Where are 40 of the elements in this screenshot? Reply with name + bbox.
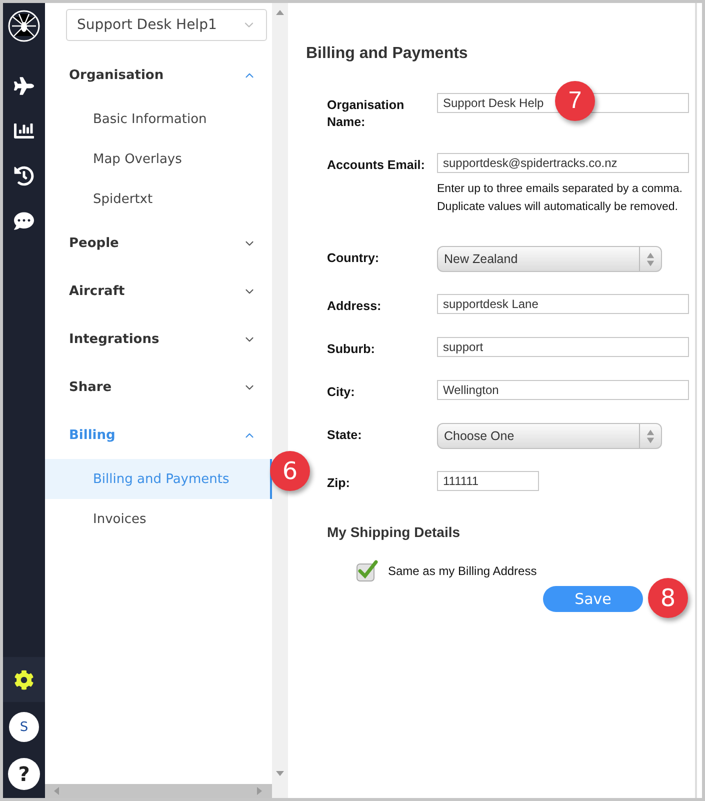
spider-logo-icon[interactable] <box>7 9 41 43</box>
help-text: Enter up to three emails separated by a comma. <box>437 182 684 197</box>
settings-icon[interactable] <box>3 657 45 702</box>
checkbox-label: Same as my Billing Address <box>388 564 537 578</box>
field-label: Address: <box>327 298 382 315</box>
nav-item[interactable]: Spidertxt <box>45 179 272 219</box>
input-field[interactable]: supportdesk Lane <box>437 294 689 314</box>
help-text: Duplicate values will automatically be removed. <box>437 200 679 215</box>
section-title: My Shipping Details <box>327 524 462 540</box>
input-field[interactable]: support <box>437 337 689 357</box>
select-field[interactable]: Choose One <box>437 423 662 449</box>
field-label: City: <box>327 384 356 401</box>
nav-section[interactable]: Share <box>45 363 272 411</box>
help-button[interactable]: ? <box>8 758 40 790</box>
step-badge: 6 <box>270 451 310 491</box>
checkbox[interactable] <box>356 560 378 582</box>
nav-item[interactable]: Basic Information <box>45 99 272 139</box>
select-field[interactable]: New Zealand <box>437 246 662 272</box>
account-select[interactable]: Support Desk Help1 <box>66 9 267 41</box>
field-label: State: <box>327 427 363 444</box>
nav-section[interactable]: People <box>45 219 272 267</box>
user-avatar[interactable]: S <box>9 712 39 742</box>
input-field[interactable]: supportdesk@spidertracks.co.nz <box>437 153 689 173</box>
nav-section[interactable]: Integrations <box>45 315 272 363</box>
input-field[interactable]: 111111 <box>437 471 539 491</box>
scroll-down-icon[interactable] <box>276 770 284 778</box>
field-label: Suburb: <box>327 341 376 358</box>
nav-item[interactable]: Map Overlays <box>45 139 272 179</box>
field-label: Accounts Email: <box>327 157 426 174</box>
nav-section[interactable]: Aircraft <box>45 267 272 315</box>
nav-section[interactable]: Organisation <box>45 51 272 99</box>
field-label: Country: <box>327 250 380 267</box>
input-field[interactable]: Wellington <box>437 380 689 400</box>
page-title: Billing and Payments <box>306 45 469 63</box>
field-label: Organisation Name: <box>327 97 406 131</box>
step-badge: 7 <box>555 81 595 121</box>
scroll-up-icon[interactable] <box>276 9 284 17</box>
field-label: Zip: <box>327 475 351 492</box>
step-badge: 8 <box>648 578 688 618</box>
nav-item[interactable]: Invoices <box>45 499 272 539</box>
